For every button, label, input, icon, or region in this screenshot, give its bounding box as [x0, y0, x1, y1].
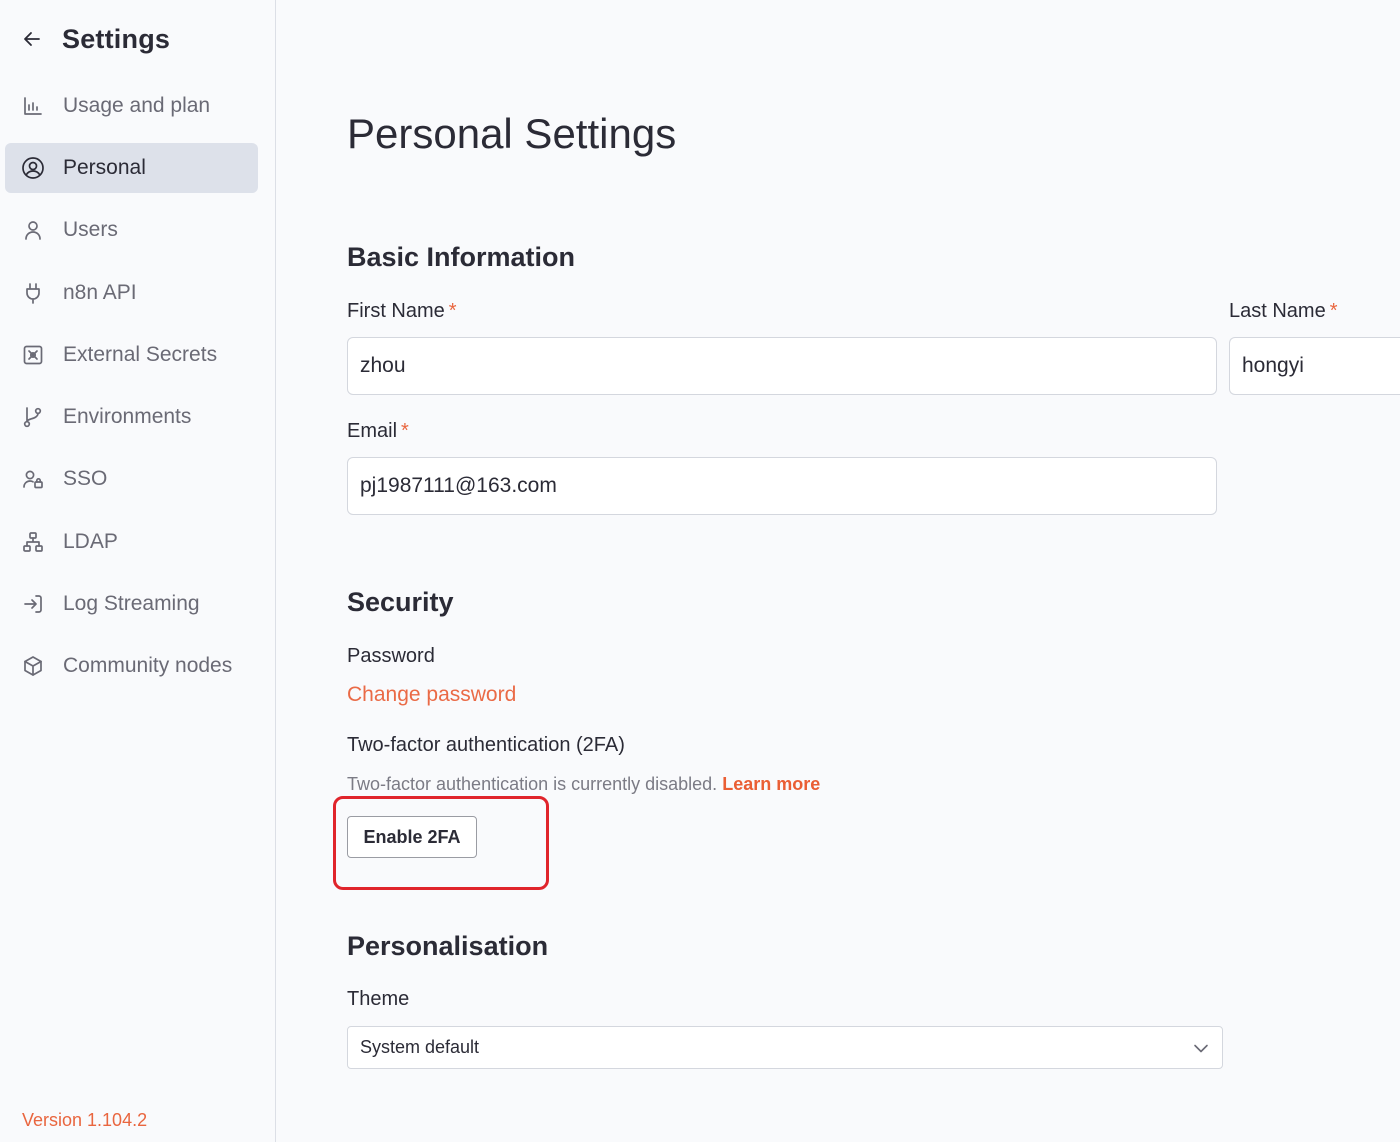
version-label: Version 1.104.2: [22, 1110, 148, 1130]
last-name-label: Last Name *: [1229, 300, 1338, 323]
settings-sidebar: Settings Usage and plan Personal Users n…: [0, 0, 276, 1142]
required-marker: *: [448, 300, 457, 322]
sidebar-title: Settings: [62, 23, 171, 54]
password-label: Password: [347, 645, 435, 667]
theme-label: Theme: [347, 988, 410, 1010]
sidebar-item-n8n-api[interactable]: n8n API: [5, 268, 258, 318]
security-heading: Security: [347, 587, 454, 617]
theme-select[interactable]: System default: [347, 1026, 1223, 1069]
sidebar-item-label: External Secrets: [63, 343, 218, 366]
sidebar-item-sso[interactable]: SSO: [5, 454, 258, 504]
sidebar-item-label: LDAP: [63, 530, 118, 553]
email-field[interactable]: [347, 457, 1217, 515]
personalisation-heading: Personalisation: [347, 931, 549, 961]
change-password-link[interactable]: Change password: [347, 683, 516, 707]
sidebar-item-label: SSO: [63, 467, 108, 490]
sidebar-item-label: Environments: [63, 405, 192, 428]
last-name-label-text: Last Name: [1229, 300, 1326, 322]
git-branch-icon: [21, 405, 45, 429]
twofa-label: Two-factor authentication (2FA): [347, 734, 625, 756]
chevron-down-icon: [1192, 1039, 1210, 1057]
sidebar-item-external-secrets[interactable]: External Secrets: [5, 330, 258, 380]
user-icon: [21, 218, 45, 242]
theme-select-value: System default: [360, 1037, 480, 1057]
sidebar-item-label: Usage and plan: [63, 94, 211, 117]
sidebar-item-personal[interactable]: Personal: [5, 143, 258, 193]
network-icon: [21, 530, 45, 554]
sidebar-item-label: Users: [63, 218, 118, 241]
learn-more-link[interactable]: Learn more: [722, 774, 820, 794]
sidebar-item-ldap[interactable]: LDAP: [5, 517, 258, 567]
twofa-status-text: Two-factor authentication is currently d…: [347, 774, 718, 794]
sidebar-item-users[interactable]: Users: [5, 205, 258, 255]
enable-2fa-button[interactable]: Enable 2FA: [347, 816, 477, 858]
user-circle-icon: [21, 156, 45, 180]
sidebar-item-label: Community nodes: [63, 654, 233, 677]
sidebar-item-label: Log Streaming: [63, 592, 200, 615]
sidebar-item-community-nodes[interactable]: Community nodes: [5, 641, 258, 691]
page-title: Personal Settings: [347, 110, 677, 157]
last-name-field[interactable]: [1229, 337, 1400, 395]
basic-information-heading: Basic Information: [347, 242, 576, 272]
email-label: Email *: [347, 420, 409, 443]
sidebar-header: Settings: [20, 22, 170, 56]
sidebar-item-label: n8n API: [63, 281, 137, 304]
sign-in-icon: [21, 592, 45, 616]
vault-icon: [21, 343, 45, 367]
first-name-label-text: First Name: [347, 300, 445, 322]
sidebar-item-log-streaming[interactable]: Log Streaming: [5, 579, 258, 629]
first-name-label: First Name *: [347, 300, 457, 323]
bar-chart-icon: [21, 94, 45, 118]
required-marker: *: [1329, 300, 1338, 322]
user-lock-icon: [21, 467, 45, 491]
email-label-text: Email: [347, 420, 398, 442]
arrow-left-icon[interactable]: [20, 27, 44, 51]
sidebar-item-environments[interactable]: Environments: [5, 392, 258, 442]
first-name-field[interactable]: [347, 337, 1217, 395]
twofa-description: Two-factor authentication is currently d…: [347, 774, 820, 795]
plug-icon: [21, 281, 45, 305]
sidebar-item-label: Personal: [63, 156, 146, 179]
sidebar-item-usage-and-plan[interactable]: Usage and plan: [5, 81, 258, 131]
cube-icon: [21, 654, 45, 678]
personal-settings-main: Personal Settings Basic Information Firs…: [277, 0, 1400, 1142]
required-marker: *: [401, 420, 409, 442]
